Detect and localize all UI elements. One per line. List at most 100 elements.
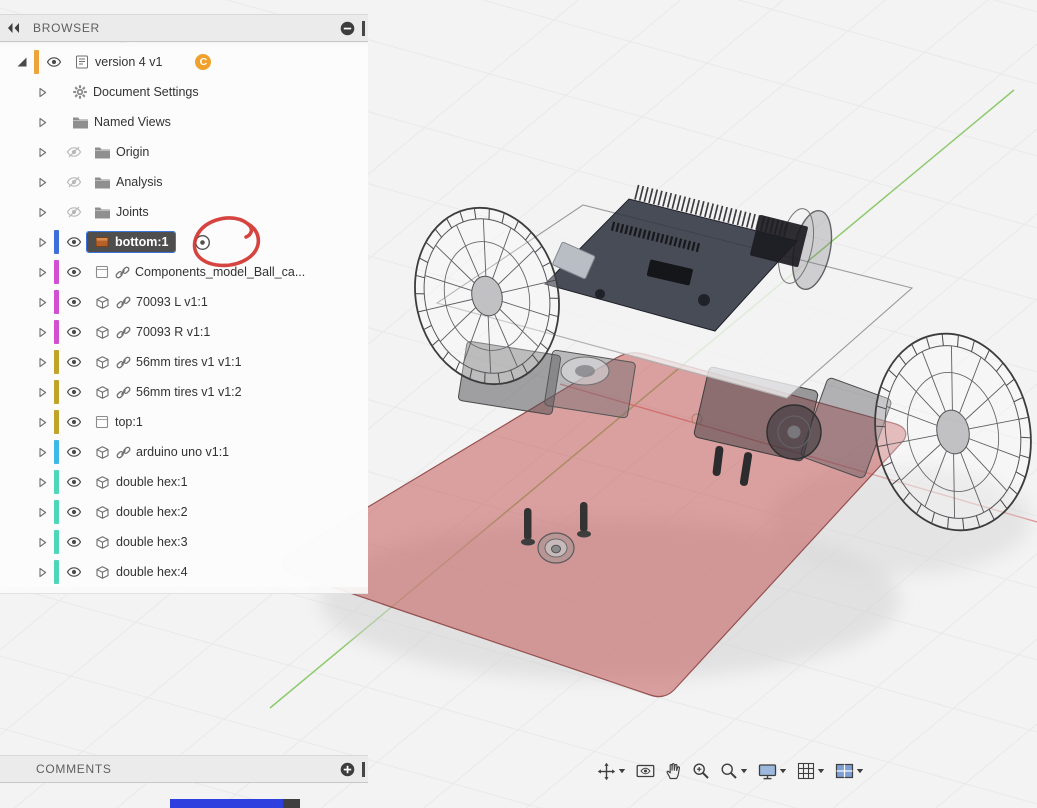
visibility-toggle-icon[interactable] [65,474,83,490]
color-swatch[interactable] [54,260,59,284]
collapse-panel-icon[interactable] [6,22,21,34]
item-name-cell[interactable]: double hex:1 [87,472,195,493]
visibility-toggle-icon[interactable] [65,564,83,580]
browser-item-70093-l-v1-1[interactable]: 70093 L v1:1 [0,287,368,317]
visibility-toggle-icon[interactable] [65,444,83,460]
visibility-toggle-icon[interactable] [45,54,63,70]
item-name-cell[interactable]: double hex:3 [87,532,195,553]
browser-item-arduino-uno-v1-1[interactable]: arduino uno v1:1 [0,437,368,467]
expand-arrow-icon[interactable] [34,447,50,458]
visibility-toggle-icon[interactable] [65,234,83,250]
item-name-cell[interactable]: double hex:2 [87,502,195,523]
item-name-cell[interactable]: bottom:1 [87,232,175,252]
panel-resize-grip[interactable] [362,762,365,777]
color-swatch[interactable] [54,290,59,314]
color-swatch[interactable] [54,380,59,404]
expand-arrow-icon[interactable] [34,327,50,338]
item-name-cell[interactable]: top:1 [87,412,150,432]
browser-item-bottom-1[interactable]: bottom:1 [0,227,368,257]
expand-arrow-icon[interactable] [34,237,50,248]
look-at-button[interactable] [631,760,660,782]
item-name-cell[interactable]: Analysis [87,173,170,192]
browser-item-document-settings[interactable]: Document Settings [0,77,368,107]
item-name-cell[interactable]: Named Views [65,113,178,132]
item-name-cell[interactable]: arduino uno v1:1 [87,442,236,463]
caret-down-icon[interactable] [817,768,825,774]
item-name-cell[interactable]: Joints [87,203,156,222]
caret-down-icon[interactable] [856,768,864,774]
visibility-toggle-icon[interactable] [65,324,83,340]
color-swatch[interactable] [54,470,59,494]
visibility-toggle-icon[interactable] [65,204,83,220]
browser-item-double-hex-4[interactable]: double hex:4 [0,557,368,587]
visibility-toggle-icon[interactable] [65,384,83,400]
browser-item-joints[interactable]: Joints [0,197,368,227]
browser-item-56mm-tires-v1-v1-2[interactable]: 56mm tires v1 v1:2 [0,377,368,407]
fit-button[interactable] [715,759,753,783]
browser-item-origin[interactable]: Origin [0,137,368,167]
color-swatch[interactable] [54,320,59,344]
expand-arrow-icon[interactable] [34,537,50,548]
item-name-cell[interactable]: Origin [87,143,156,162]
expand-arrow-icon[interactable] [34,147,50,158]
visibility-toggle-icon[interactable] [65,294,83,310]
browser-item-double-hex-2[interactable]: double hex:2 [0,497,368,527]
visibility-toggle-icon[interactable] [65,264,83,280]
grid-and-snaps-button[interactable] [792,759,830,783]
browser-item-double-hex-1[interactable]: double hex:1 [0,467,368,497]
item-name-cell[interactable]: 70093 L v1:1 [87,292,215,313]
expand-comments-button[interactable] [340,762,355,777]
caret-down-icon[interactable] [740,768,748,774]
item-name-cell[interactable]: Document Settings [65,82,206,102]
orbit-button[interactable] [592,759,631,784]
visibility-toggle-icon[interactable] [65,174,83,190]
item-name-cell[interactable]: version 4 v1 [67,52,169,72]
expand-arrow-icon[interactable] [34,87,50,98]
display-settings-button[interactable] [753,760,792,783]
item-name-cell[interactable]: 56mm tires v1 v1:2 [87,382,249,403]
expand-arrow-icon[interactable] [34,417,50,428]
browser-item-56mm-tires-v1-v1-1[interactable]: 56mm tires v1 v1:1 [0,347,368,377]
expand-arrow-icon[interactable] [14,56,30,68]
color-swatch[interactable] [54,350,59,374]
browser-item-version-4-v1[interactable]: version 4 v1C [0,47,368,77]
panel-resize-grip[interactable] [362,21,365,36]
viewports-button[interactable] [830,760,869,782]
browser-item-named-views[interactable]: Named Views [0,107,368,137]
color-swatch[interactable] [34,50,39,74]
expand-arrow-icon[interactable] [34,357,50,368]
expand-arrow-icon[interactable] [34,477,50,488]
browser-item-components-model-ball-ca[interactable]: Components_model_Ball_ca... [0,257,368,287]
item-name-cell[interactable]: Components_model_Ball_ca... [87,262,312,282]
color-swatch[interactable] [54,560,59,584]
color-swatch[interactable] [54,230,59,254]
color-swatch[interactable] [54,410,59,434]
visibility-toggle-icon[interactable] [65,144,83,160]
selection-radio-icon[interactable] [193,233,212,252]
item-name-cell[interactable]: 70093 R v1:1 [87,322,217,343]
caret-down-icon[interactable] [779,768,787,774]
expand-arrow-icon[interactable] [34,117,50,128]
pan-button[interactable] [660,759,687,783]
expand-arrow-icon[interactable] [34,177,50,188]
visibility-toggle-icon[interactable] [65,414,83,430]
caret-down-icon[interactable] [618,768,626,774]
visibility-toggle-icon[interactable] [65,354,83,370]
expand-arrow-icon[interactable] [34,507,50,518]
visibility-toggle-icon[interactable] [65,504,83,520]
color-swatch[interactable] [54,530,59,554]
expand-arrow-icon[interactable] [34,297,50,308]
expand-arrow-icon[interactable] [34,267,50,278]
browser-item-double-hex-3[interactable]: double hex:3 [0,527,368,557]
color-swatch[interactable] [54,440,59,464]
expand-arrow-icon[interactable] [34,387,50,398]
expand-arrow-icon[interactable] [34,567,50,578]
zoom-button[interactable] [687,759,715,783]
visibility-toggle-icon[interactable] [65,534,83,550]
item-name-cell[interactable]: double hex:4 [87,562,195,583]
browser-item-70093-r-v1-1[interactable]: 70093 R v1:1 [0,317,368,347]
browser-item-analysis[interactable]: Analysis [0,167,368,197]
browser-item-top-1[interactable]: top:1 [0,407,368,437]
color-swatch[interactable] [54,500,59,524]
collapse-all-button[interactable] [340,21,355,36]
